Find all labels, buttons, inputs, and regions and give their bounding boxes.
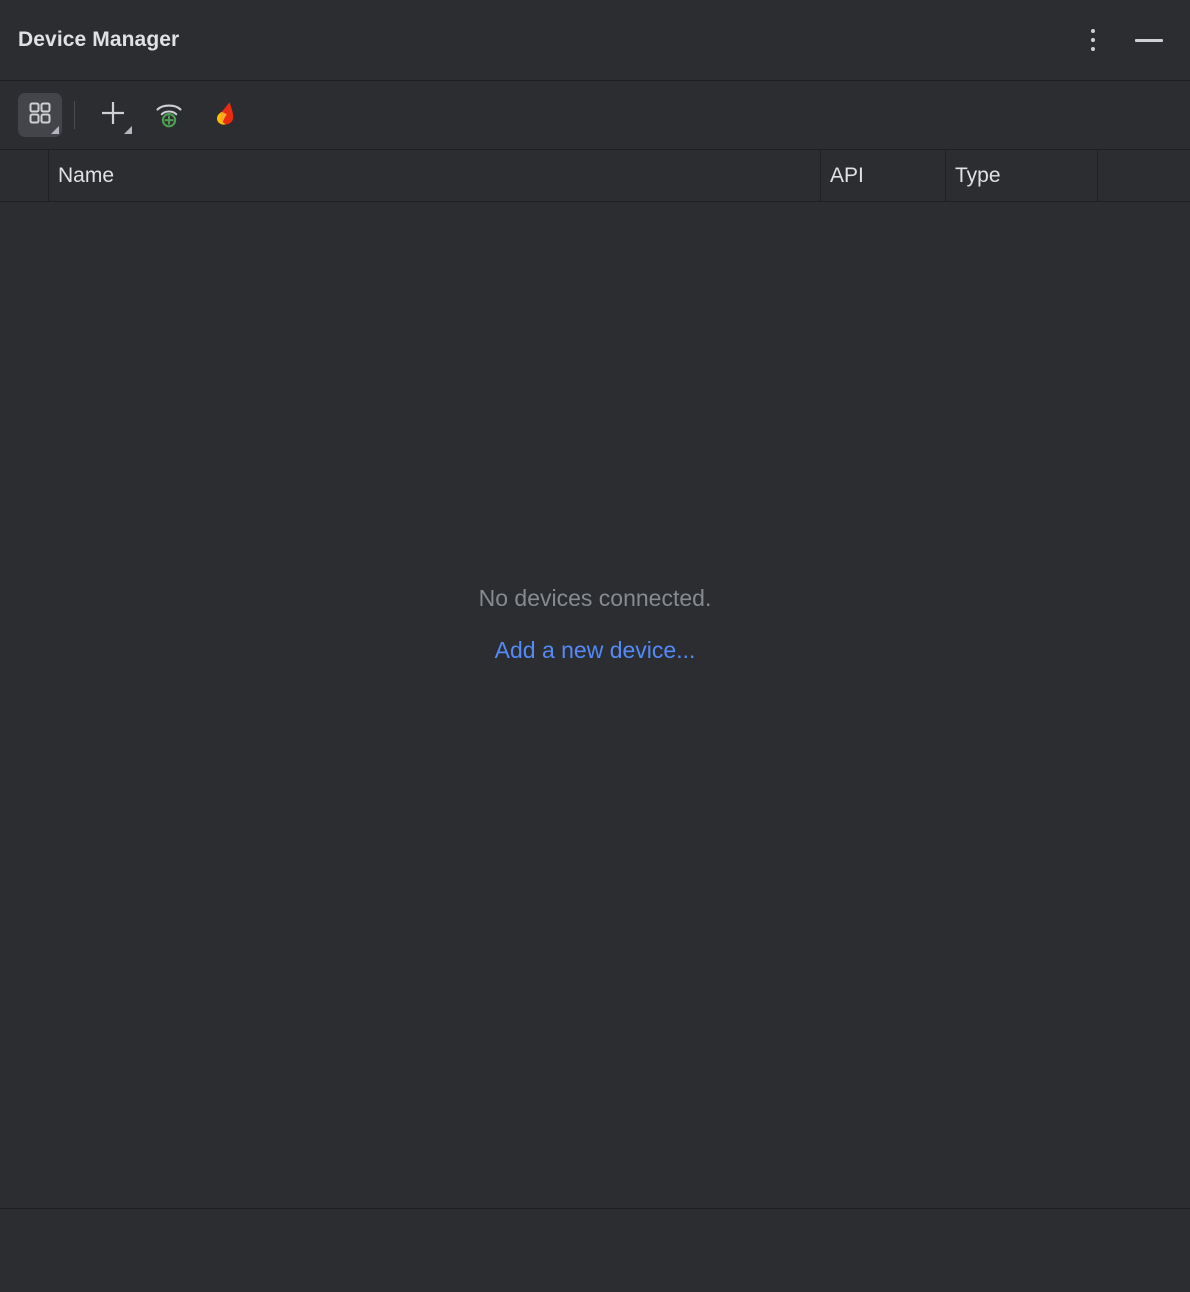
chevron-down-icon [124,126,132,134]
table-column-header-api[interactable]: API [820,150,945,202]
table-column-header-type[interactable]: Type [945,150,1097,202]
kebab-menu-icon [1091,29,1095,51]
firebase-test-lab-button[interactable] [203,93,247,137]
add-new-device-link[interactable]: Add a new device... [495,637,696,664]
toolbar [0,81,1190,150]
minimize-button[interactable] [1132,23,1166,57]
minimize-icon [1135,39,1163,42]
firebase-flame-icon [210,98,240,133]
titlebar: Device Manager [0,0,1190,81]
status-bar [0,1208,1190,1292]
device-table-header: Name API Type [0,150,1190,202]
wifi-pair-icon [153,97,185,134]
device-list-content: No devices connected. Add a new device..… [0,202,1190,1208]
table-column-header-actions[interactable] [1097,150,1190,202]
page-title: Device Manager [18,28,179,52]
add-device-button[interactable] [91,93,135,137]
empty-state: No devices connected. Add a new device..… [0,585,1190,664]
device-categories-button[interactable] [18,93,62,137]
chevron-down-icon [51,126,59,134]
table-column-header-lead[interactable] [0,150,48,202]
device-manager-window: Device Manager [0,0,1190,1292]
table-column-header-name[interactable]: Name [48,150,820,202]
empty-state-message: No devices connected. [0,585,1190,613]
toolbar-separator [74,101,75,129]
grid-icon [27,100,53,131]
more-options-button[interactable] [1076,23,1110,57]
pair-wifi-device-button[interactable] [147,93,191,137]
titlebar-actions [1076,23,1166,57]
